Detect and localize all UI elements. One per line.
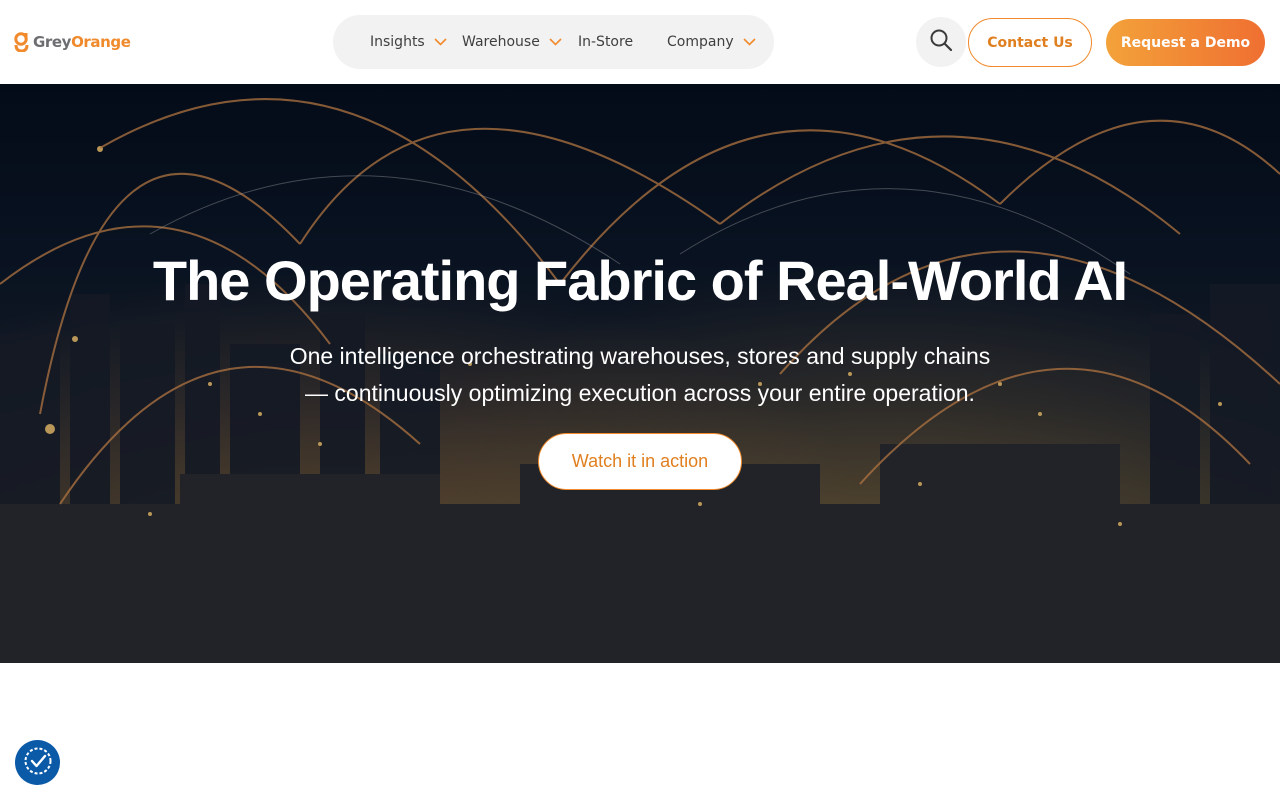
chevron-down-icon xyxy=(743,38,756,46)
search-button[interactable] xyxy=(916,17,966,67)
nav-item-insights[interactable]: Insights xyxy=(370,15,447,69)
nav-item-label: Warehouse xyxy=(462,34,540,50)
site-header: GreyOrange Insights Warehouse In-Store C… xyxy=(0,0,1280,84)
greyorange-logo[interactable]: GreyOrange xyxy=(14,31,131,53)
hero-subtitle-line: One intelligence orchestrating warehouse… xyxy=(289,343,991,369)
hero-subtitle: One intelligence orchestrating warehouse… xyxy=(240,338,1040,412)
nav-item-label: Company xyxy=(667,34,734,50)
watch-it-in-action-button[interactable]: Watch it in action xyxy=(538,433,742,490)
nav-item-in-store[interactable]: In-Store xyxy=(578,15,633,69)
hero-subtitle-line: — continuously optimizing execution acro… xyxy=(305,380,975,406)
hero-title: The Operating Fabric of Real-World AI xyxy=(152,249,1128,312)
search-icon xyxy=(929,28,953,56)
chevron-down-icon xyxy=(549,38,562,46)
request-demo-button[interactable]: Request a Demo xyxy=(1106,19,1265,66)
nav-item-label: Insights xyxy=(370,34,425,50)
nav-item-company[interactable]: Company xyxy=(667,15,756,69)
contact-us-button[interactable]: Contact Us xyxy=(968,18,1092,67)
accessibility-button[interactable] xyxy=(15,740,60,785)
logo-text-grey: Grey xyxy=(33,33,72,51)
nav-item-label: In-Store xyxy=(578,34,634,50)
accessibility-icon xyxy=(23,746,53,780)
chevron-down-icon xyxy=(434,38,447,46)
greyorange-logo-icon xyxy=(14,32,29,52)
main-navigation: Insights Warehouse In-Store Company xyxy=(333,15,774,69)
logo-text-orange: Orange xyxy=(71,33,131,51)
logo-wordmark: GreyOrange xyxy=(33,33,131,51)
nav-item-warehouse[interactable]: Warehouse xyxy=(462,15,562,69)
hero-section: The Operating Fabric of Real-World AI On… xyxy=(0,84,1280,663)
